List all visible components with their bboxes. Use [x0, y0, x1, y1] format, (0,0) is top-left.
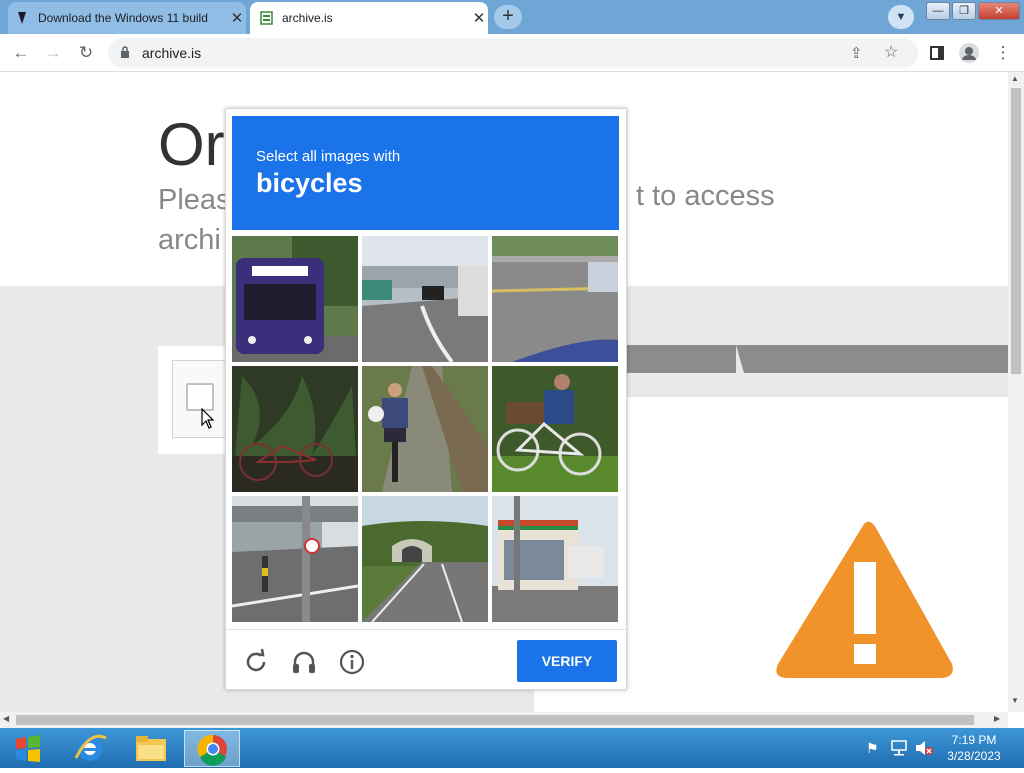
vertical-scrollbar[interactable]: ▲ ▼ — [1008, 72, 1024, 712]
file-explorer-taskbar[interactable] — [122, 730, 178, 767]
horizontal-scroll-thumb[interactable] — [16, 715, 974, 725]
network-icon[interactable] — [890, 740, 908, 756]
captcha-instruction: Select all images with — [256, 148, 401, 165]
windows-taskbar: ⚑ 7:19 PM 3/28/2023 — [0, 728, 1024, 768]
tab-favicon-icon — [18, 12, 26, 24]
new-tab-button[interactable]: + — [494, 5, 522, 29]
side-panel-icon[interactable] — [924, 40, 950, 66]
tab-title: Download the Windows 11 build — [38, 11, 208, 25]
page-heading: Or — [158, 111, 225, 178]
archive-favicon-icon — [260, 11, 273, 25]
captcha-tile-bicycle-in-plants[interactable] — [232, 366, 358, 492]
minimize-button[interactable]: — — [926, 2, 950, 20]
reload-icon[interactable]: ↻ — [73, 40, 99, 66]
captcha-target-object: bicycles — [256, 168, 363, 198]
back-icon[interactable]: ← — [8, 40, 34, 66]
clock-date: 3/28/2023 — [947, 749, 1001, 763]
vertical-scroll-thumb[interactable] — [1011, 88, 1021, 374]
banner-notch — [736, 345, 744, 373]
system-clock[interactable]: 7:19 PM 3/28/2023 — [932, 732, 1016, 764]
captcha-challenge: Select all images with bicycles VERIFY — [225, 108, 627, 690]
mouse-cursor-icon — [201, 408, 215, 429]
action-center-flag-icon[interactable]: ⚑ — [866, 740, 879, 757]
bookmark-star-icon[interactable]: ☆ — [884, 42, 898, 62]
audio-challenge-icon[interactable] — [290, 648, 318, 676]
captcha-tile-parked-bicycle[interactable] — [492, 366, 618, 492]
close-tab-icon[interactable]: ✕ — [228, 9, 246, 27]
internet-explorer-taskbar[interactable] — [62, 730, 118, 767]
captcha-tile-tunnel-road[interactable] — [362, 496, 488, 622]
captcha-tile-bus[interactable] — [232, 236, 358, 362]
url-text: archive.is — [142, 45, 202, 61]
tab-windows-build[interactable]: Download the Windows 11 build ✕ — [8, 2, 246, 34]
info-icon[interactable] — [338, 648, 366, 676]
chrome-taskbar[interactable] — [184, 730, 240, 767]
horizontal-scrollbar[interactable]: ◀ ▶ — [0, 712, 1008, 728]
volume-muted-icon[interactable] — [914, 740, 934, 756]
chrome-icon — [197, 734, 227, 766]
forward-icon[interactable]: → — [40, 40, 66, 66]
restore-button[interactable]: ❐ — [952, 2, 976, 20]
captcha-tile-cyclist-on-path[interactable] — [362, 366, 488, 492]
verify-button[interactable]: VERIFY — [517, 640, 617, 682]
captcha-tile-road-car[interactable] — [492, 236, 618, 362]
lock-icon — [121, 46, 129, 58]
menu-kebab-icon[interactable]: ⋮ — [990, 40, 1016, 66]
internet-explorer-icon — [74, 734, 107, 761]
captcha-tile-street-crosswalk[interactable] — [362, 236, 488, 362]
page-text-tail: t to access — [636, 180, 775, 212]
folder-icon — [136, 736, 166, 761]
captcha-image-grid — [232, 236, 620, 624]
tab-strip: Download the Windows 11 build ✕ archive.… — [0, 0, 1024, 34]
clock-time: 7:19 PM — [951, 733, 997, 747]
captcha-footer: VERIFY — [226, 629, 626, 689]
window-close-button[interactable]: ✕ — [978, 2, 1020, 20]
share-icon[interactable]: ⇪ — [850, 44, 863, 62]
browser-toolbar: ← → ↻ archive.is ⇪ ☆ ⋮ — [0, 34, 1024, 72]
profile-avatar-icon[interactable] — [956, 40, 982, 66]
captcha-tile-traffic-pole[interactable] — [232, 496, 358, 622]
grey-banner — [624, 345, 1008, 373]
tab-title: archive.is — [282, 11, 333, 25]
captcha-tile-convenience-store[interactable] — [492, 496, 618, 622]
refresh-icon[interactable] — [242, 648, 270, 676]
windows-start-icon[interactable] — [6, 731, 50, 767]
close-tab-icon[interactable]: ✕ — [470, 9, 488, 27]
captcha-checkbox[interactable] — [186, 383, 214, 411]
tab-search-icon[interactable]: ▼ — [888, 5, 914, 29]
tab-archive[interactable]: archive.is ✕ — [250, 2, 488, 34]
captcha-header: Select all images with bicycles — [232, 116, 619, 230]
address-bar[interactable]: archive.is ⇪ ☆ — [108, 38, 918, 68]
warning-triangle-icon — [776, 521, 953, 678]
